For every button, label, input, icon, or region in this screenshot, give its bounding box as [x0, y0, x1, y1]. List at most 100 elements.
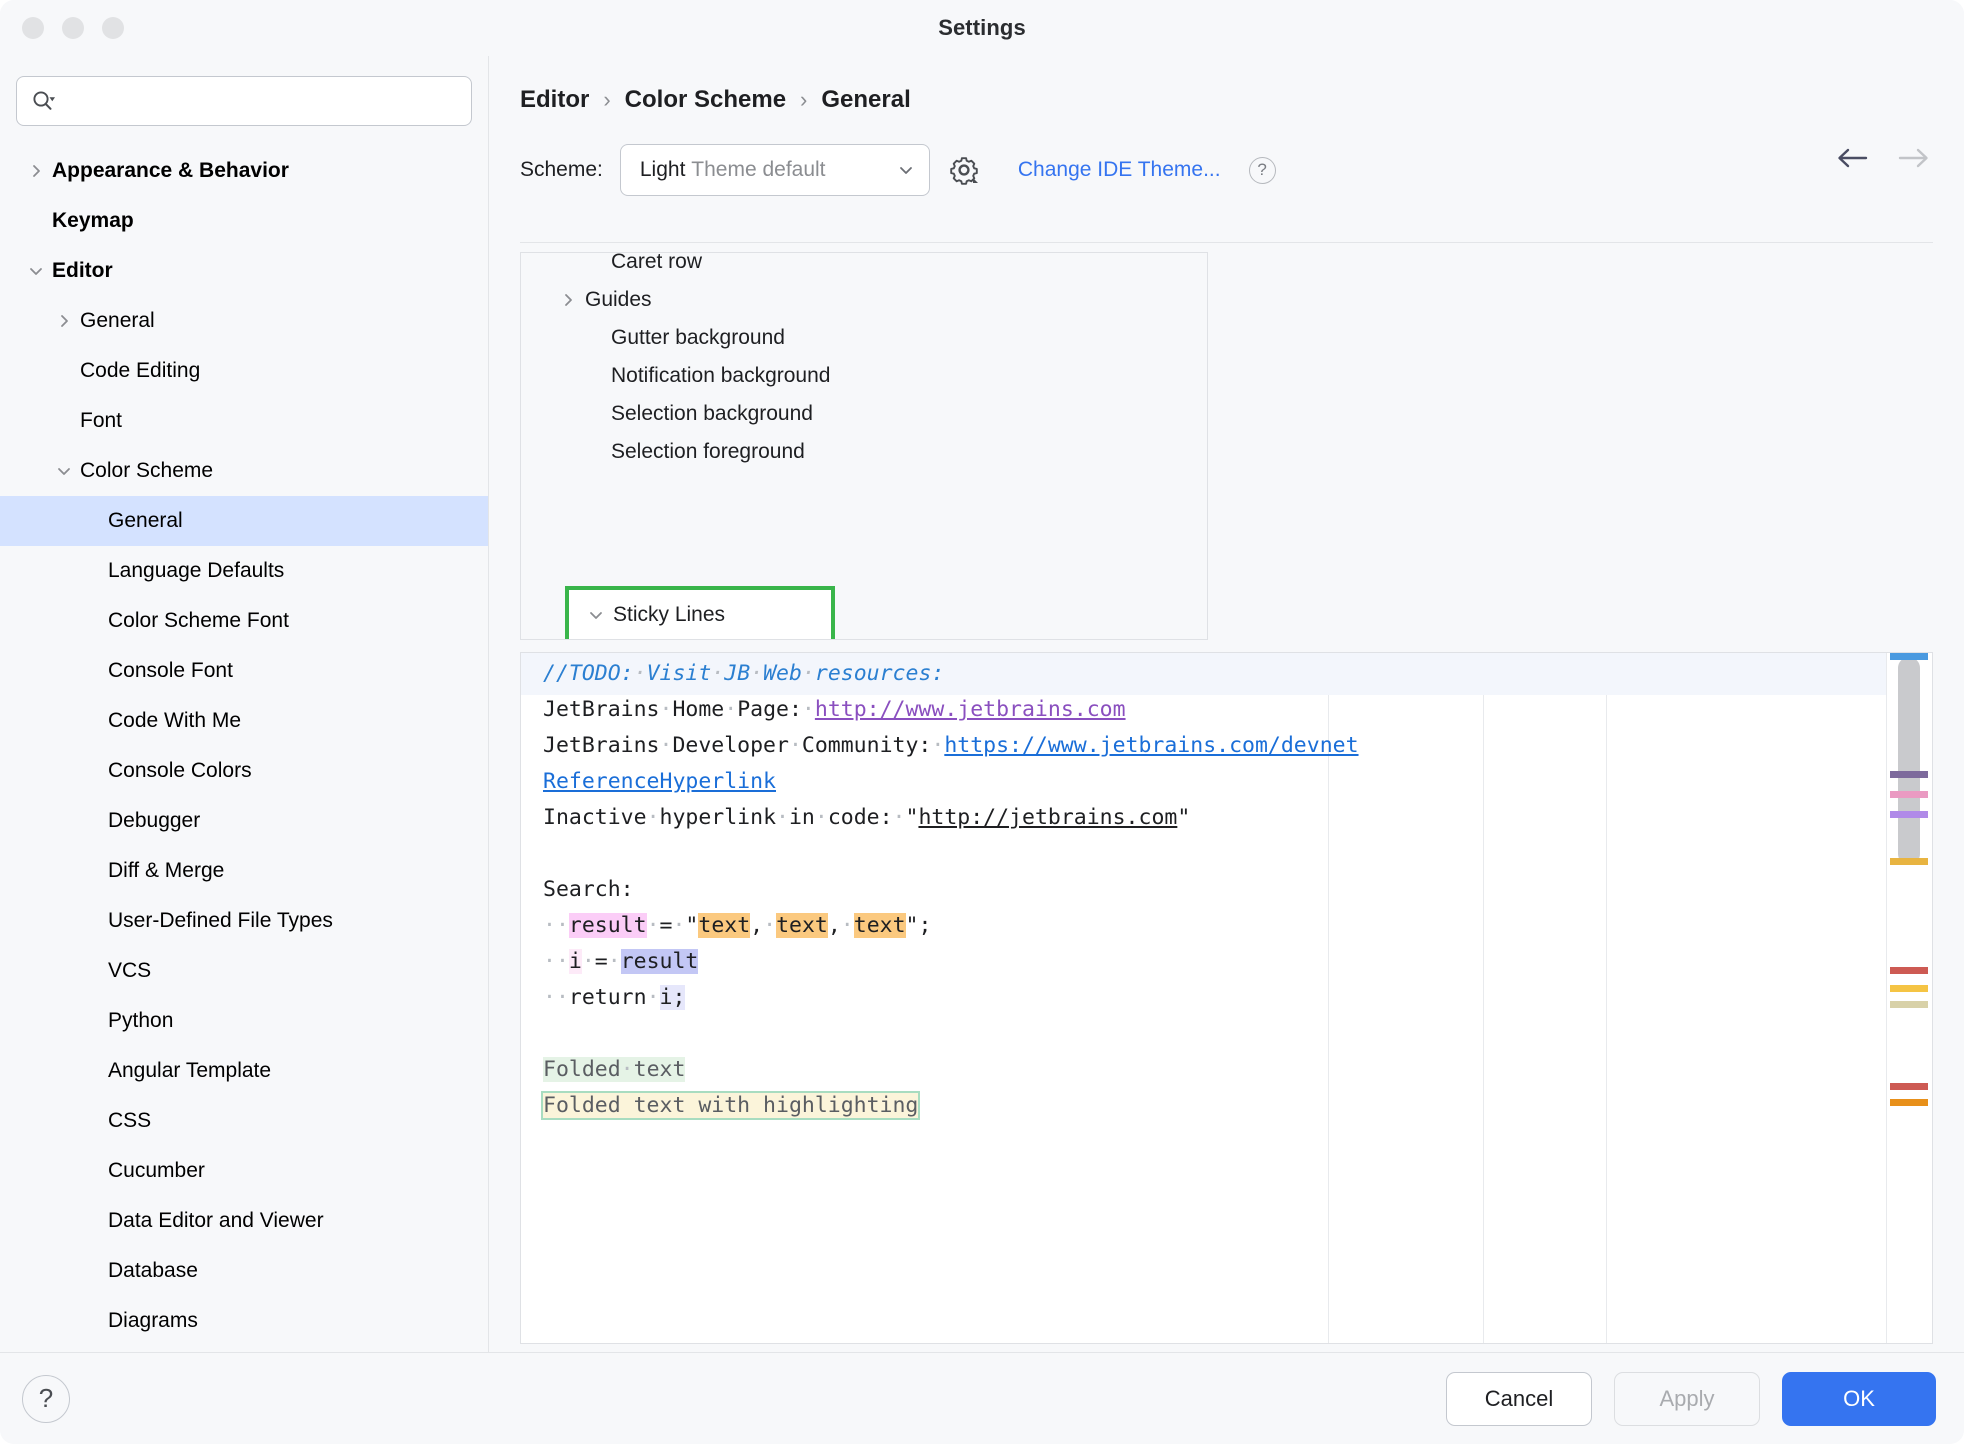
error-stripe-marker-yellow-1[interactable] [1890, 985, 1928, 992]
help-button[interactable]: ? [22, 1374, 70, 1423]
sidebar-item-label: Console Colors [108, 759, 252, 782]
sidebar-item-color-scheme[interactable]: Color Scheme [0, 446, 488, 496]
sidebar-item-vcs[interactable]: VCS [0, 946, 488, 996]
sidebar-item-console-colors[interactable]: Console Colors [0, 746, 488, 796]
sidebar-item-angular-template[interactable]: Angular Template [0, 1046, 488, 1096]
attribute-label: Guides [585, 288, 652, 311]
breadcrumb-item-general[interactable]: General [821, 86, 910, 114]
help-icon[interactable]: ? [1248, 156, 1276, 184]
code-token-link[interactable]: https://www.jetbrains.com/devnet [944, 733, 1358, 758]
search-area [0, 56, 488, 126]
code-token-comment: //TODO:·Visit·JB·Web·resources: [543, 661, 945, 686]
sidebar-item-label: Appearance & Behavior [52, 159, 289, 182]
code-token-text: Inactive·hyperlink·in·code:·" [543, 805, 919, 830]
code-token-text: JetBrains·Developer·Community:· [543, 733, 945, 758]
chevron-down-icon[interactable] [583, 605, 609, 625]
sidebar-item-css[interactable]: CSS [0, 1096, 488, 1146]
error-stripe-marker-violet[interactable] [1890, 811, 1928, 818]
chevron-right-icon[interactable] [555, 289, 581, 311]
sidebar-item-label: Color Scheme Font [108, 609, 289, 632]
code-token-text: Search: [543, 877, 634, 902]
breadcrumb-item-color-scheme[interactable]: Color Scheme [625, 86, 786, 114]
sidebar-item-database[interactable]: Database [0, 1246, 488, 1296]
ok-button[interactable]: OK [1782, 1371, 1936, 1426]
error-stripe-marker-amber[interactable] [1890, 858, 1928, 865]
color-attribute-tree[interactable]: Caret row Guides Gutter background Notifica… [520, 252, 1208, 640]
code-token-text: JetBrains·Home·Page:· [543, 697, 815, 722]
sidebar-item-debugger[interactable]: Debugger [0, 796, 488, 846]
attribute-selection-foreground[interactable]: Selection foreground [521, 433, 1207, 471]
sidebar-item-code-editing[interactable]: Code Editing [0, 346, 488, 396]
sidebar-item-editor[interactable]: Editor [0, 246, 488, 296]
scheme-select[interactable]: Light Theme default [619, 144, 930, 196]
chevron-right-icon[interactable] [52, 309, 76, 333]
attribute-notification-background[interactable]: Notification background [521, 357, 1207, 395]
attribute-caret-row[interactable]: Caret row [521, 253, 1207, 281]
sidebar-item-label: Python [108, 1009, 174, 1032]
sidebar-item-font[interactable]: Font [0, 396, 488, 446]
error-stripe-marker-pink[interactable] [1890, 791, 1928, 798]
error-stripe-marker-red-1[interactable] [1890, 967, 1928, 974]
code-token-reference-hyperlink[interactable]: ReferenceHyperlink [543, 769, 776, 794]
chevron-down-icon[interactable] [24, 259, 48, 283]
breadcrumb-separator: › [603, 87, 611, 112]
forward-arrow-icon[interactable] [1894, 144, 1934, 172]
sidebar-item-general[interactable]: General [0, 496, 488, 546]
attribute-sticky-lines[interactable]: Sticky Lines [569, 596, 831, 634]
attribute-label: Selection foreground [611, 440, 805, 463]
change-ide-theme-link[interactable]: Change IDE Theme... [1018, 158, 1221, 182]
attribute-guides[interactable]: Guides [521, 281, 1207, 319]
cancel-button[interactable]: Cancel [1446, 1371, 1592, 1426]
sidebar-item-language-defaults[interactable]: Language Defaults [0, 546, 488, 596]
sidebar-item-label: Console Font [108, 659, 233, 682]
color-scheme-preview[interactable]: //TODO:·Visit·JB·Web·resources: JetBrain… [520, 652, 1933, 1344]
main-panel: Editor › Color Scheme › General Scheme: [489, 56, 1964, 1352]
apply-button[interactable]: Apply [1614, 1371, 1760, 1426]
scrollbar-thumb[interactable] [1898, 657, 1920, 865]
code-token-folded-text-highlighted: Folded text with highlighting [540, 1091, 921, 1120]
back-arrow-icon[interactable] [1832, 144, 1872, 172]
sidebar-item-python[interactable]: Python [0, 996, 488, 1046]
error-stripe-scrollbar[interactable] [1886, 653, 1932, 1343]
attribute-gutter-background[interactable]: Gutter background [521, 319, 1207, 357]
chevron-down-icon[interactable] [52, 459, 76, 483]
sidebar-item-diagrams[interactable]: Diagrams [0, 1296, 488, 1346]
sidebar-item-appearance-behavior[interactable]: Appearance & Behavior [0, 146, 488, 196]
error-stripe-marker-red-2[interactable] [1890, 1083, 1928, 1090]
sidebar-item-console-font[interactable]: Console Font [0, 646, 488, 696]
code-token-link-visited[interactable]: http://www.jetbrains.com [815, 697, 1126, 722]
sidebar-item-cucumber[interactable]: Cucumber [0, 1146, 488, 1196]
attribute-background[interactable]: Background [569, 634, 831, 639]
code-token-folded-text: Folded·text [543, 1057, 686, 1082]
sidebar-item-code-with-me[interactable]: Code With Me [0, 696, 488, 746]
sidebar-item-user-defined-file-types[interactable]: User-Defined File Types [0, 896, 488, 946]
sidebar-item-diff-merge[interactable]: Diff & Merge [0, 846, 488, 896]
sidebar-item-color-scheme-font[interactable]: Color Scheme Font [0, 596, 488, 646]
chevron-right-icon[interactable] [24, 159, 48, 183]
code-token-identifier-under-caret: i; [659, 985, 686, 1010]
scheme-label: Scheme: [520, 158, 603, 181]
code-token-text: " [1177, 805, 1191, 830]
gear-icon[interactable] [947, 153, 981, 187]
code-token-write-access: i [568, 949, 582, 974]
sidebar-item-label: Language Defaults [108, 559, 285, 582]
navigation-arrows [1832, 144, 1934, 172]
attribute-label: Sticky Lines [613, 603, 726, 626]
error-stripe-marker-orange[interactable] [1890, 1099, 1928, 1106]
error-stripe-marker-tan[interactable] [1890, 1001, 1928, 1008]
sidebar-item-keymap[interactable]: Keymap [0, 196, 488, 246]
error-stripe-marker-purple[interactable] [1890, 771, 1928, 778]
code-token-search-result: result [568, 913, 647, 938]
sidebar-item-data-editor-and-viewer[interactable]: Data Editor and Viewer [0, 1196, 488, 1246]
breadcrumb-item-editor[interactable]: Editor [520, 86, 589, 114]
sidebar-item-general[interactable]: General [0, 296, 488, 346]
error-stripe-marker-top-blue[interactable] [1890, 653, 1928, 660]
search-box[interactable] [16, 76, 472, 126]
search-input[interactable] [57, 90, 459, 112]
sidebar-item-label: Angular Template [108, 1059, 272, 1082]
attribute-selection-background[interactable]: Selection background [521, 395, 1207, 433]
sidebar-item-label: Database [108, 1259, 198, 1282]
scheme-value-muted: Theme default [691, 158, 826, 181]
dialog-buttons: Cancel Apply OK [1446, 1371, 1936, 1426]
sidebar-item-label: User-Defined File Types [108, 909, 333, 932]
